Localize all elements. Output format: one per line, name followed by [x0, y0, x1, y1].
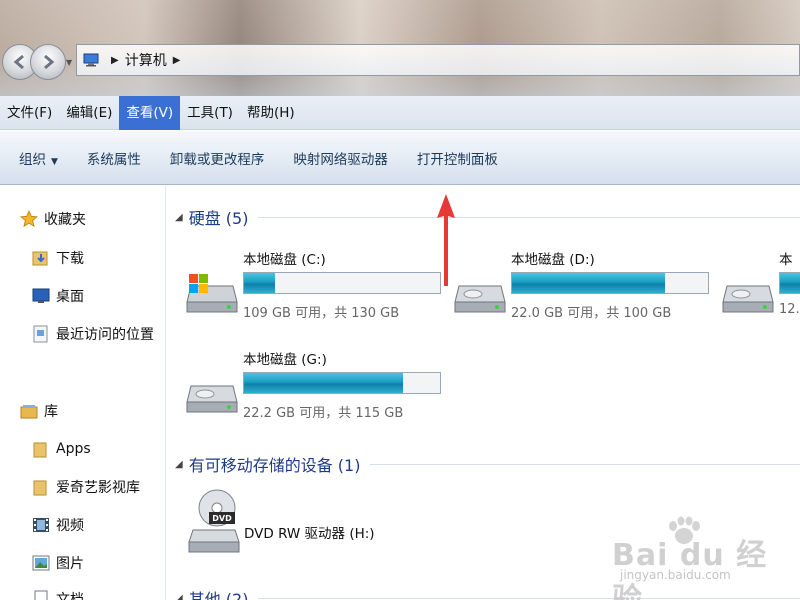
sidebar-item-favorites[interactable]: 收藏夹	[20, 204, 165, 234]
menu-help[interactable]: 帮助(H)	[240, 96, 302, 130]
sidebar-label-videos: 视频	[56, 518, 84, 534]
command-bar: 组织 ▼ 系统属性 卸载或更改程序 映射网络驱动器 打开控制面板	[0, 131, 800, 185]
sidebar-label-libraries: 库	[44, 404, 58, 420]
breadcrumb-chevron-icon[interactable]: ▶	[173, 55, 181, 66]
address-bar[interactable]: ▶ 计算机 ▶	[76, 44, 800, 76]
breadcrumb-separator-icon: ▶	[111, 54, 119, 66]
dvd-drive-icon: DVD	[188, 489, 240, 553]
sidebar-label-apps: Apps	[56, 441, 91, 457]
usage-bar	[511, 272, 709, 294]
group-header-removable[interactable]: ◢ 有可移动存储的设备 (1)	[175, 452, 800, 476]
drive-d[interactable]: 本地磁盘 (D:) 22.0 GB 可用，共 100 GB	[453, 248, 713, 338]
forward-button[interactable]	[30, 44, 66, 80]
usage-fill	[512, 273, 665, 293]
hard-drive-icon	[722, 285, 774, 313]
group-title-other: 其他 (2)	[188, 590, 249, 600]
document-icon	[34, 590, 48, 600]
sidebar-label-documents: 文档	[56, 592, 84, 600]
baidu-jingyan-watermark: Bai du 经验 jingyan.baidu.com	[612, 516, 792, 600]
organize-label: 组织	[19, 151, 46, 168]
annotation-arrow-icon	[437, 194, 455, 286]
organize-button[interactable]: 组织 ▼	[19, 148, 58, 168]
uninstall-program-button[interactable]: 卸载或更改程序	[170, 148, 265, 168]
dvd-drive-h[interactable]: DVD DVD RW 驱动器 (H:)	[187, 486, 487, 556]
folder-icon	[33, 442, 47, 458]
sidebar-item-iqiyi[interactable]: 爱奇艺影视库	[32, 472, 165, 502]
drive-space-info: 22.2 GB 可用，共 115 GB	[243, 406, 404, 421]
sidebar-item-downloads[interactable]: 下载	[32, 243, 165, 273]
computer-icon	[83, 53, 99, 67]
picture-icon	[32, 555, 50, 571]
navigation-pane: 收藏夹 下载 桌面 最近访问的位置 库 Apps 爱奇艺影视库 视频 图片 文档	[0, 186, 166, 600]
watermark-url: jingyan.baidu.com	[620, 568, 731, 582]
recent-pages-dropdown[interactable]: ▼	[66, 58, 74, 67]
drive-c[interactable]: 本地磁盘 (C:) 109 GB 可用，共 130 GB	[185, 248, 445, 338]
sidebar-label-downloads: 下载	[56, 251, 84, 267]
caret-down-icon: ▼	[51, 156, 58, 167]
collapse-triangle-icon[interactable]: ◢	[175, 459, 183, 470]
usage-bar	[243, 372, 441, 394]
menu-tools[interactable]: 工具(T)	[180, 96, 240, 130]
desktop-icon	[32, 288, 50, 303]
drive-g[interactable]: 本地磁盘 (G:) 22.2 GB 可用，共 115 GB	[185, 348, 445, 438]
downloads-folder-icon	[32, 251, 48, 266]
arrow-left-icon	[13, 54, 24, 70]
system-drive-icon	[186, 274, 238, 313]
drive-space-info: 22.0 GB 可用，共 100 GB	[511, 306, 672, 321]
watermark-main: Bai du 经验	[612, 538, 768, 600]
film-icon	[33, 518, 49, 532]
usage-fill	[780, 273, 800, 293]
breadcrumb-computer[interactable]: 计算机	[125, 50, 167, 70]
sidebar-item-pictures[interactable]: 图片	[32, 548, 165, 578]
sidebar-item-desktop[interactable]: 桌面	[32, 281, 165, 311]
sidebar-label-desktop: 桌面	[56, 289, 84, 305]
folder-icon	[33, 480, 47, 496]
drive-name: 本地磁盘 (D:)	[511, 252, 595, 268]
usage-bar	[243, 272, 441, 294]
group-title-removable: 有可移动存储的设备 (1)	[188, 456, 361, 475]
drive-space-info: 109 GB 可用，共 130 GB	[243, 306, 400, 321]
open-control-panel-button[interactable]: 打开控制面板	[417, 148, 498, 168]
usage-bar	[779, 272, 800, 294]
drive-name: 本地磁盘 (G:)	[243, 352, 327, 368]
arrow-right-icon	[44, 54, 55, 70]
menu-edit[interactable]: 编辑(E)	[59, 96, 119, 130]
usage-fill	[244, 273, 276, 293]
sidebar-item-apps[interactable]: Apps	[32, 434, 165, 464]
group-divider	[370, 463, 800, 465]
sidebar-item-libraries[interactable]: 库	[20, 396, 165, 426]
group-title-hard-disks: 硬盘 (5)	[188, 209, 249, 228]
hard-drive-icon	[454, 285, 506, 313]
drive-name: 本地磁盘 (C:)	[243, 252, 326, 268]
recent-places-icon	[33, 325, 48, 343]
sidebar-label-favorites: 收藏夹	[44, 212, 86, 228]
group-header-hard-disks[interactable]: ◢ 硬盘 (5)	[175, 205, 800, 229]
usage-fill	[244, 373, 403, 393]
sidebar-label-pictures: 图片	[56, 556, 84, 572]
library-icon	[20, 405, 38, 419]
group-divider	[258, 216, 800, 218]
drive-name: 本	[779, 252, 793, 268]
menu-file[interactable]: 文件(F)	[0, 96, 59, 130]
drive-e-partial[interactable]: 本 12.3	[721, 248, 800, 338]
menu-view[interactable]: 查看(V)	[119, 95, 181, 130]
sidebar-item-recent[interactable]: 最近访问的位置	[32, 319, 165, 349]
hard-drive-icon	[186, 385, 238, 413]
sidebar-item-documents[interactable]: 文档	[32, 584, 165, 600]
sidebar-label-iqiyi: 爱奇艺影视库	[56, 480, 140, 496]
sidebar-item-videos[interactable]: 视频	[32, 510, 165, 540]
drive-space-info: 12.3	[779, 302, 800, 317]
collapse-triangle-icon[interactable]: ◢	[175, 593, 183, 600]
star-icon	[20, 210, 38, 228]
map-network-drive-button[interactable]: 映射网络驱动器	[293, 148, 388, 168]
menu-bar: 文件(F) 编辑(E) 查看(V) 工具(T) 帮助(H)	[0, 95, 800, 130]
dvd-drive-name: DVD RW 驱动器 (H:)	[244, 526, 375, 542]
collapse-triangle-icon[interactable]: ◢	[175, 212, 183, 223]
dvd-badge: DVD	[212, 514, 232, 523]
sidebar-label-recent: 最近访问的位置	[56, 327, 154, 343]
system-properties-button[interactable]: 系统属性	[87, 148, 141, 168]
